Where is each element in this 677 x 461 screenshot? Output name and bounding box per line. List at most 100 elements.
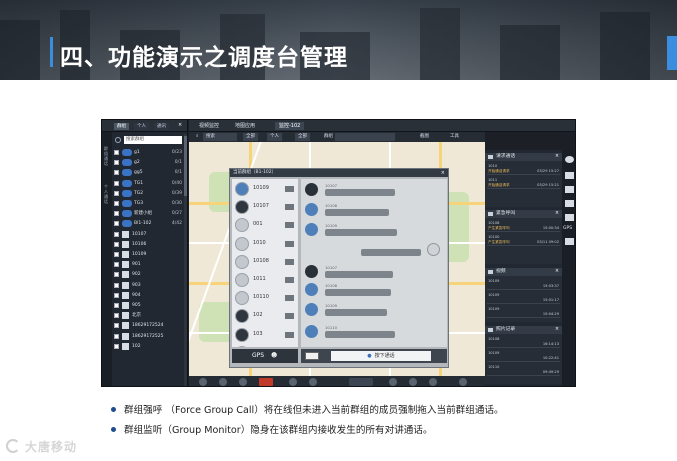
group-row[interactable]: 新建小组 0/27: [114, 209, 184, 218]
camera-icon[interactable]: [285, 295, 294, 302]
member-row[interactable]: 10109: [232, 179, 298, 199]
filter-all2-select[interactable]: 全部: [295, 133, 310, 141]
gps-rail-label[interactable]: GPS: [563, 226, 572, 231]
event-item[interactable]: 1010 开始通话请求 03/29 15:27: [487, 163, 560, 175]
filter-all-select[interactable]: 全部: [243, 133, 258, 141]
user-checkbox[interactable]: [114, 262, 119, 268]
user-checkbox[interactable]: [114, 252, 119, 257]
tab-contacts[interactable]: 通讯: [154, 123, 169, 130]
video-icon[interactable]: [565, 214, 574, 221]
control-icon[interactable]: [409, 378, 417, 386]
user-checkbox[interactable]: [114, 333, 119, 339]
image-icon[interactable]: [565, 238, 574, 245]
event-item[interactable]: 10109 15:03:37: [487, 278, 560, 290]
camera-icon[interactable]: [285, 258, 294, 265]
member-row[interactable]: 1010: [232, 233, 298, 254]
user-row[interactable]: 10109: [114, 250, 184, 259]
close-icon[interactable]: ×: [178, 122, 182, 128]
scrollbar-thumb[interactable]: [184, 136, 187, 196]
camera-icon[interactable]: [285, 277, 294, 283]
member-row[interactable]: 1011: [232, 270, 298, 290]
tab-video-monitor[interactable]: 视频监控: [195, 122, 223, 130]
user-checkbox[interactable]: [114, 282, 119, 288]
group-checkbox[interactable]: [114, 211, 119, 217]
mobile-icon[interactable]: [565, 186, 574, 193]
member-row[interactable]: 10107: [232, 197, 298, 218]
user-checkbox[interactable]: [114, 323, 119, 329]
control-icon[interactable]: [459, 378, 467, 386]
user-checkbox[interactable]: [114, 313, 119, 319]
user-row[interactable]: 18629172524: [114, 321, 184, 330]
event-item[interactable]: 10100 产生紧急呼叫 03/11 09:02: [487, 234, 560, 246]
mail-icon[interactable]: [565, 200, 574, 207]
member-row[interactable]: 102: [232, 306, 298, 327]
event-item[interactable]: 10110 09:49:29: [487, 364, 560, 376]
member-row[interactable]: 104: [232, 342, 298, 347]
rail-group-call[interactable]: 群组通话: [104, 146, 110, 166]
control-icon[interactable]: [219, 378, 227, 386]
user-checkbox[interactable]: [114, 292, 119, 298]
user-checkbox[interactable]: [114, 241, 119, 247]
camera-icon[interactable]: [285, 240, 294, 247]
gps-button[interactable]: GPS ☻: [232, 349, 298, 363]
tools-button[interactable]: 工具: [447, 133, 462, 141]
event-item[interactable]: 10109 15:04:29: [487, 306, 560, 318]
member-row[interactable]: 103: [232, 324, 298, 345]
user-row[interactable]: 904: [114, 291, 184, 300]
user-checkbox[interactable]: [114, 303, 119, 308]
user-row[interactable]: 10107: [114, 230, 184, 239]
close-icon[interactable]: ×: [555, 210, 559, 218]
user-row[interactable]: 18629172525: [114, 332, 184, 341]
group-checkbox[interactable]: [114, 170, 119, 176]
map-location-field[interactable]: [335, 133, 395, 141]
event-item[interactable]: 1011 开始通话请求 03/29 15:21: [487, 177, 560, 189]
map-search-icon[interactable]: ⌕: [193, 133, 202, 141]
group-row[interactable]: TG3 0/30: [114, 199, 184, 208]
user-checkbox[interactable]: [114, 231, 119, 237]
group-checkbox[interactable]: [114, 201, 119, 206]
user-row[interactable]: 902: [114, 270, 184, 279]
camera-icon[interactable]: [285, 204, 294, 211]
control-icon[interactable]: [199, 378, 207, 386]
screenshot-button[interactable]: 截图: [417, 133, 432, 141]
user-row[interactable]: 102: [114, 342, 184, 351]
phone-icon[interactable]: [565, 172, 574, 179]
group-checkbox[interactable]: [114, 180, 119, 186]
member-row[interactable]: 10110: [232, 288, 298, 309]
user-row[interactable]: 901: [114, 260, 184, 269]
group-row[interactable]: Bl1-102 4/42: [114, 219, 184, 228]
camera-icon[interactable]: [285, 313, 294, 320]
group-row[interactable]: g1 0/23: [114, 148, 184, 157]
keyboard-icon[interactable]: [305, 352, 319, 360]
group-row[interactable]: TG2 0/39: [114, 189, 184, 198]
close-icon[interactable]: ×: [555, 326, 559, 334]
user-checkbox[interactable]: [114, 343, 119, 349]
camera-icon[interactable]: [285, 222, 294, 229]
group-row[interactable]: g2 0/1: [114, 158, 184, 167]
dialog-close-icon[interactable]: ×: [441, 169, 445, 177]
tab-map[interactable]: 地图应用: [231, 122, 259, 130]
control-icon[interactable]: [289, 378, 297, 386]
camera-icon[interactable]: [285, 331, 294, 338]
event-item[interactable]: 10108 16:14:13: [487, 336, 560, 348]
control-icon[interactable]: [239, 378, 247, 386]
push-to-talk-button[interactable]: ● 按下通话: [331, 351, 431, 361]
tab-monitor-102[interactable]: 监控-102: [275, 122, 305, 130]
group-checkbox[interactable]: [114, 150, 119, 155]
map-search-input[interactable]: 搜索: [203, 133, 237, 141]
group-search-input[interactable]: 搜索群组: [124, 136, 182, 144]
member-row[interactable]: 10108: [232, 251, 298, 272]
tab-personal[interactable]: 个人: [134, 123, 149, 130]
user-row[interactable]: 10106: [114, 240, 184, 249]
filter-personal-select[interactable]: 个人: [267, 133, 282, 141]
control-icon[interactable]: [309, 378, 317, 386]
member-row[interactable]: 001: [232, 215, 298, 236]
group-checkbox[interactable]: [114, 160, 119, 166]
event-item[interactable]: 10109 15:01:17: [487, 292, 560, 304]
event-item[interactable]: 10108 产生紧急呼叫 15:00:34: [487, 220, 560, 232]
group-checkbox[interactable]: [114, 190, 119, 196]
user-checkbox[interactable]: [114, 272, 119, 278]
volume-control[interactable]: [349, 378, 373, 386]
group-button[interactable]: 群组: [321, 133, 336, 141]
user-row[interactable]: 903: [114, 281, 184, 290]
